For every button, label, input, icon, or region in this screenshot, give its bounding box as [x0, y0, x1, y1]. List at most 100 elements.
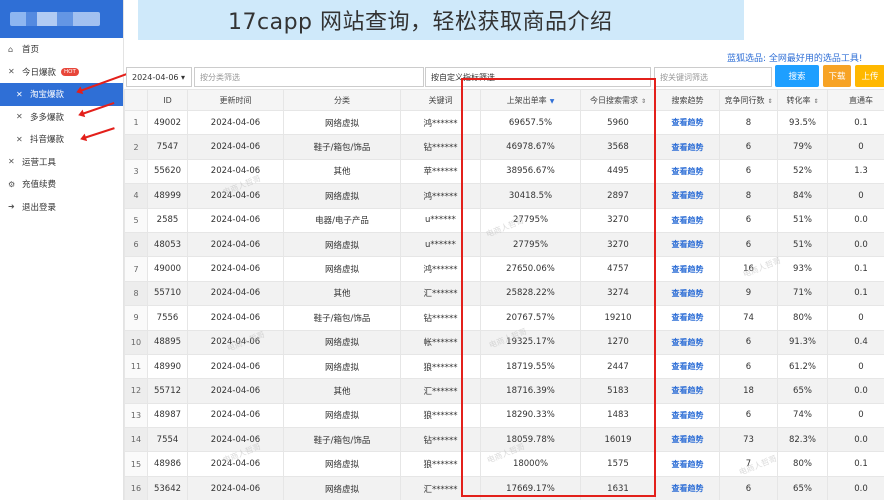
table-row[interactable]: 12 55712 2024-04-06 其他 汇****** 18716.39% 5183 查… — [124, 378, 884, 404]
trend-link[interactable]: 查看趋势 — [655, 305, 720, 331]
listing-order-rate-cell: 18059.78% — [480, 427, 581, 453]
trend-link[interactable]: 查看趋势 — [655, 329, 720, 355]
sort-icon[interactable]: ⇕ — [813, 98, 818, 105]
upload-button[interactable]: 上传 — [855, 65, 884, 87]
listing-order-rate-cell: 17669.17% — [480, 475, 581, 500]
id-cell: 7554 — [147, 427, 188, 453]
trend-link[interactable]: 查看趋势 — [655, 134, 720, 160]
conversion-rate-cell: 79% — [777, 134, 828, 160]
column-header-competitors[interactable]: 竞争同行数 ⇕ — [719, 89, 778, 111]
table-row[interactable]: 4 48999 2024-04-06 网络虚拟 鸿****** 30418.5% 2897 查… — [124, 183, 884, 209]
trend-link[interactable]: 查看趋势 — [655, 231, 720, 258]
ztc-cell: 0.0 — [827, 231, 884, 258]
trend-link[interactable]: 查看趋势 — [655, 207, 720, 233]
table-row[interactable]: 8 55710 2024-04-06 其他 汇****** 25828.22% 3274 查看… — [124, 280, 884, 307]
table-row[interactable]: 11 48990 2024-04-06 网络虚拟 狼****** 18719.55% 244… — [124, 353, 884, 380]
table-row[interactable]: 3 55620 2024-04-06 其他 苹****** 38956.67% 4495 查看… — [124, 158, 884, 185]
trend-link[interactable]: 查看趋势 — [655, 427, 720, 453]
ztc-cell: 0 — [827, 353, 884, 380]
download-button[interactable]: 下载 — [823, 65, 851, 87]
table-row[interactable]: 9 7556 2024-04-06 鞋子/箱包/饰品 钻****** 20767.57% 1… — [124, 305, 884, 331]
category-cell: 鞋子/箱包/饰品 — [283, 305, 401, 331]
category-cell: 网络虚拟 — [283, 402, 401, 429]
column-header-id[interactable]: ID — [147, 89, 188, 111]
column-header-keyword[interactable]: 关键词 — [400, 89, 481, 111]
ztc-cell: 0.1 — [827, 280, 884, 307]
sidebar-item-home[interactable]: ⌂ 首页 — [0, 38, 123, 61]
table-row[interactable]: 10 48895 2024-04-06 网络虚拟 帐****** 19325.17% 127… — [124, 329, 884, 355]
column-header-category[interactable]: 分类 — [283, 89, 401, 111]
trend-link[interactable]: 查看趋势 — [655, 451, 720, 477]
app-root: ⌂ 首页 ✕ 今日爆款 HOT ✕ 淘宝爆款 ✕ 多多爆款 ✕ 抖音爆款 ✕ 运… — [0, 0, 884, 500]
update-time-cell: 2024-04-06 — [187, 109, 284, 136]
close-icon: ✕ — [16, 134, 23, 144]
table-row[interactable]: 2 7547 2024-04-06 鞋子/箱包/饰品 钻****** 46978.67% 3… — [124, 134, 884, 160]
sort-desc-icon[interactable]: ▼ — [550, 98, 555, 105]
id-cell: 53642 — [147, 475, 188, 500]
table-row[interactable]: 5 2585 2024-04-06 电器/电子产品 u****** 27795% 3270 查… — [124, 207, 884, 233]
id-cell: 55620 — [147, 158, 188, 185]
header-label: 转化率 — [786, 95, 811, 105]
sidebar-item-pdd-hot[interactable]: ✕ 多多爆款 — [0, 106, 123, 129]
sort-icon[interactable]: ⇕ — [641, 98, 646, 105]
update-time-cell: 2024-04-06 — [187, 207, 284, 233]
trend-link[interactable]: 查看趋势 — [655, 280, 720, 307]
listing-order-rate-cell: 20767.57% — [480, 305, 581, 331]
ztc-cell: 0 — [827, 402, 884, 429]
id-cell: 7547 — [147, 134, 188, 160]
column-header-listing-order-rate[interactable]: 上架出单率 ▼ — [480, 89, 581, 111]
metric-filter-select[interactable]: 按自定义指标筛选 — [425, 67, 651, 87]
trend-link[interactable]: 查看趋势 — [655, 158, 720, 185]
category-filter-input[interactable]: 按分类筛选 — [194, 67, 424, 87]
trend-link[interactable]: 查看趋势 — [655, 183, 720, 209]
category-cell: 其他 — [283, 280, 401, 307]
table-row[interactable]: 1 49002 2024-04-06 网络虚拟 鸿****** 69657.5% 5960 查… — [124, 109, 884, 136]
table-row[interactable]: 16 53642 2024-04-06 网络虚拟 汇****** 17669.17% 163… — [124, 475, 884, 500]
date-select[interactable]: 2024-04-06 ▾ — [126, 67, 192, 87]
column-header-search-trend[interactable]: 搜索趋势 — [655, 89, 720, 111]
column-header-today-search-demand[interactable]: 今日搜索需求 ⇕ — [580, 89, 656, 111]
conversion-rate-cell: 74% — [777, 402, 828, 429]
row-number: 4 — [124, 183, 148, 209]
row-number: 1 — [124, 109, 148, 136]
listing-order-rate-cell: 18000% — [480, 451, 581, 477]
trend-link[interactable]: 查看趋势 — [655, 256, 720, 282]
id-cell: 48895 — [147, 329, 188, 355]
conversion-rate-cell: 91.3% — [777, 329, 828, 355]
listing-order-rate-cell: 25828.22% — [480, 280, 581, 307]
sidebar-item-recharge[interactable]: ⚙ 充值续费 — [0, 173, 123, 196]
search-demand-cell: 2897 — [580, 183, 656, 209]
trend-link[interactable]: 查看趋势 — [655, 109, 720, 136]
trend-link[interactable]: 查看趋势 — [655, 402, 720, 429]
sidebar-item-today-hot[interactable]: ✕ 今日爆款 HOT — [0, 61, 123, 84]
trend-link[interactable]: 查看趋势 — [655, 378, 720, 404]
sidebar-item-taobao-hot[interactable]: ✕ 淘宝爆款 — [0, 83, 123, 106]
trend-link[interactable]: 查看趋势 — [655, 353, 720, 380]
id-cell: 48986 — [147, 451, 188, 477]
sort-icon[interactable]: ⇕ — [767, 98, 772, 105]
table-row[interactable]: 15 48986 2024-04-06 网络虚拟 狼****** 18000% 1575 查看… — [124, 451, 884, 477]
keyword-cell: 鸿****** — [400, 256, 481, 282]
keyword-cell: 钻****** — [400, 305, 481, 331]
listing-order-rate-cell: 30418.5% — [480, 183, 581, 209]
column-header-update-time[interactable]: 更新时间 — [187, 89, 284, 111]
sidebar-item-logout[interactable]: ➜ 退出登录 — [0, 196, 123, 219]
table-row[interactable]: 13 48987 2024-04-06 网络虚拟 狼****** 18290.33% 148… — [124, 402, 884, 429]
keyword-search-input[interactable]: 按关键词筛选 — [654, 67, 772, 87]
sidebar-item-label: 多多爆款 — [30, 112, 65, 123]
logo[interactable] — [0, 0, 123, 38]
table-header-row: ID 更新时间 分类 关键词 上架出单率 ▼ 今日搜索需求 ⇕ 搜索趋势 竞争同行数… — [124, 89, 884, 111]
ztc-cell: 0.1 — [827, 109, 884, 136]
column-header-ztc[interactable]: 直通车 — [827, 89, 884, 111]
table-row[interactable]: 6 48053 2024-04-06 网络虚拟 u****** 27795% 3270 查看趋… — [124, 231, 884, 258]
table-row[interactable]: 7 49000 2024-04-06 网络虚拟 鸿****** 27650.06% 4757… — [124, 256, 884, 282]
search-button[interactable]: 搜索 — [775, 65, 819, 87]
trend-link[interactable]: 查看趋势 — [655, 475, 720, 500]
ztc-cell: 0.0 — [827, 427, 884, 453]
sidebar-item-ops-tools[interactable]: ✕ 运营工具 — [0, 151, 123, 174]
table-row[interactable]: 14 7554 2024-04-06 鞋子/箱包/饰品 钻****** 18059.78%… — [124, 427, 884, 453]
logo-image — [10, 12, 100, 26]
column-header-conversion-rate[interactable]: 转化率 ⇕ — [777, 89, 828, 111]
row-number: 7 — [124, 256, 148, 282]
category-cell: 电器/电子产品 — [283, 207, 401, 233]
